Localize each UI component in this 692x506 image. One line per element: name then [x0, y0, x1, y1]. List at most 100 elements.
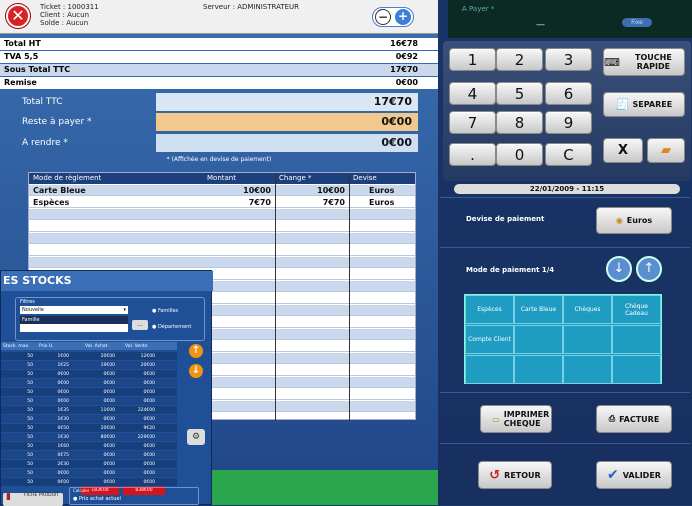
table-row[interactable]: 50 1€00 20€00 12€00 [1, 352, 177, 361]
table-row [29, 221, 415, 232]
imprimer-cheque-button[interactable]: ▭ IMPRIMER CHEQUE [480, 405, 552, 433]
table-row[interactable]: Espèces 7€70 7€70 Euros [29, 197, 415, 208]
minus-button[interactable]: − [375, 9, 391, 25]
mode-empty [563, 355, 612, 384]
key-2[interactable]: 2 [496, 48, 543, 71]
filter-select[interactable]: Nouvelle ▾ [20, 306, 128, 314]
plus-button[interactable]: + [395, 9, 411, 25]
key-1[interactable]: 1 [449, 48, 496, 71]
devise-button[interactable]: ◉ Euros [596, 207, 672, 234]
famille-field[interactable]: Famille [20, 316, 128, 324]
close-icon[interactable]: ✕ [6, 4, 30, 28]
tva-row: TVA 5,5 0€92 [0, 51, 438, 63]
retour-button[interactable]: ↺ RETOUR [478, 461, 552, 489]
stock-cell: 50 [27, 399, 33, 404]
table-row[interactable]: 50 1€30 80€00 229€00 [1, 433, 177, 442]
table-row[interactable]: 50 1€30 0€00 0€00 [1, 415, 177, 424]
stock-cell: 1€35 [57, 408, 69, 413]
stock-cell: 50 [27, 444, 33, 449]
stock-cell: 0€00 [103, 417, 115, 422]
facture-button[interactable]: ⎙ FACTURE [596, 405, 672, 433]
filter-group: Filtres Nouvelle ▾ Famille ... ● Familles… [15, 297, 205, 341]
key-6[interactable]: 6 [545, 82, 592, 105]
mode-empty [563, 325, 612, 354]
table-row[interactable]: 50 0€00 0€00 0€00 [1, 397, 177, 406]
table-row[interactable]: 50 0€75 0€00 0€00 [1, 451, 177, 460]
fiche-label: FICHE PRODUIT [24, 493, 59, 498]
table-row[interactable]: 50 0€00 0€00 0€00 [1, 370, 177, 379]
key-9[interactable]: 9 [545, 111, 592, 134]
key-dot[interactable]: . [449, 143, 496, 166]
row-label: TVA 5,5 [4, 52, 39, 61]
table-row[interactable]: 50 2€30 0€00 0€00 [1, 460, 177, 469]
stock-cell: 0€00 [143, 390, 155, 395]
radio-departement[interactable]: ● Département [152, 324, 191, 330]
mode-empty [514, 325, 563, 354]
stock-cell: 0€00 [143, 381, 155, 386]
stock-cell: 50 [27, 381, 33, 386]
touche-rapide-button[interactable]: ⌨ TOUCHE RAPIDE [603, 48, 685, 76]
radio-label: Familles [157, 308, 179, 314]
table-row[interactable]: 50 0€00 0€00 0€00 [1, 379, 177, 388]
browse-button[interactable]: ... [132, 320, 148, 330]
table-row[interactable]: Carte Bleue 10€00 10€00 Euros [29, 185, 415, 196]
solde-label: Solde : Aucun [40, 19, 89, 27]
stock-cell: 0€00 [103, 462, 115, 467]
key-5[interactable]: 5 [496, 82, 543, 105]
settings-icon[interactable]: ⚙ [187, 429, 205, 445]
total-ht-row: Total HT 16€78 [0, 38, 438, 50]
valider-button[interactable]: ✔ VALIDER [596, 461, 672, 489]
table-row[interactable]: 50 0€50 20€00 9€20 [1, 424, 177, 433]
scroll-down-button[interactable]: ↓ [189, 364, 203, 378]
stock-cell: 50 [27, 390, 33, 395]
stock-cell: 1€25 [57, 363, 69, 368]
table-row[interactable]: 50 1€35 11€00 224€00 [1, 406, 177, 415]
devise-cell: Euros [369, 198, 395, 207]
drawer-icon[interactable]: ▰ [647, 138, 685, 163]
mode-compte-client[interactable]: Compte Client [465, 325, 514, 354]
stocks-window[interactable]: ES STOCKS Filtres Nouvelle ▾ Famille ... … [0, 270, 213, 506]
key-8[interactable]: 8 [496, 111, 543, 134]
stock-cell: 0€50 [57, 426, 69, 431]
stock-cell: 1€30 [57, 417, 69, 422]
row-label: Remise [4, 78, 37, 87]
column-divider [275, 173, 276, 421]
stock-cell: 50 [27, 372, 33, 377]
key-4[interactable]: 4 [449, 82, 496, 105]
scroll-up-button[interactable]: ↑ [189, 344, 203, 358]
key-0[interactable]: 0 [496, 143, 543, 166]
x-button[interactable]: X [603, 138, 643, 163]
fixe-toggle[interactable]: Fixe [622, 18, 652, 27]
arrow-up-icon[interactable]: ↑ [636, 256, 662, 282]
row-value: 17€70 [390, 65, 418, 74]
receipt-icon: 🧾 [615, 98, 630, 111]
table-row[interactable]: 50 1€25 19€00 20€00 [1, 361, 177, 370]
total-ttc-value: 17€70 [156, 93, 418, 111]
stock-cell: 20€00 [100, 426, 115, 431]
calc-option[interactable]: ● Prix achat actuel [73, 496, 121, 502]
column-divider [349, 173, 350, 421]
stock-cell: 0€00 [103, 399, 115, 404]
mode-cheque-cadeau[interactable]: Chèque Cadeau [612, 295, 661, 324]
mode-especes[interactable]: Espèces [465, 295, 514, 324]
sous-total-row: Sous Total TTC 17€70 [0, 64, 438, 76]
table-row[interactable]: 50 0€00 0€00 0€00 [1, 469, 177, 478]
famille-input[interactable] [20, 324, 128, 332]
separee-button[interactable]: 🧾 SEPAREE [603, 92, 685, 117]
stock-cell: 12€00 [140, 354, 155, 359]
stock-cell: 0€00 [103, 444, 115, 449]
key-7[interactable]: 7 [449, 111, 496, 134]
fiche-produit-button[interactable]: ▮ FICHE PRODUIT [3, 493, 63, 506]
quantity-stepper[interactable]: − + [372, 7, 414, 27]
stock-cell: 50 [27, 462, 33, 467]
mode-cheques[interactable]: Chèques [563, 295, 612, 324]
radio-familles[interactable]: ● Familles [152, 308, 178, 314]
arrow-down-icon[interactable]: ↓ [606, 256, 632, 282]
key-clear[interactable]: C [545, 143, 592, 166]
devise-label: Devise de paiement [466, 215, 545, 223]
table-row[interactable]: 50 0€00 0€00 0€00 [1, 388, 177, 397]
table-row[interactable]: 50 1€60 0€00 0€00 [1, 442, 177, 451]
mode-carte-bleue[interactable]: Carte Bleue [514, 295, 563, 324]
key-3[interactable]: 3 [545, 48, 592, 71]
payment-mode-grid: Espèces Carte Bleue Chèques Chèque Cadea… [464, 294, 662, 384]
